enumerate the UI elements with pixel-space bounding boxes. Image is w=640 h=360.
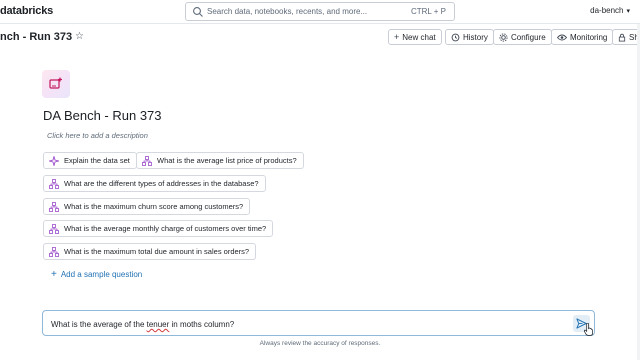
genie-space-icon (42, 70, 70, 98)
suggestion-label: What is the average monthly charge of cu… (64, 224, 267, 233)
add-sample-question-link[interactable]: + Add a sample question (51, 269, 142, 280)
lock-icon (618, 33, 626, 42)
space-header: nch - Run 373 ☆ + New chat History Config… (0, 25, 640, 49)
new-chat-label: New chat (402, 32, 436, 42)
disclaimer-text: Always review the accuracy of responses. (259, 340, 381, 347)
suggestion-label: What is the maximum churn score among cu… (64, 202, 244, 211)
hierarchy-icon (49, 246, 59, 257)
hierarchy-icon (49, 178, 59, 189)
hand-pointer-icon (584, 323, 593, 336)
chat-input[interactable]: What is the average of the tenuer in mot… (42, 310, 595, 336)
suggestion-label: What is the average list price of produc… (157, 156, 297, 165)
suggestion-chip[interactable]: What are the different types of addresse… (43, 175, 266, 192)
search-icon (193, 7, 203, 17)
suggestion-chip[interactable]: What is the maximum churn score among cu… (43, 198, 251, 215)
configure-button[interactable]: Configure (493, 29, 552, 45)
monitoring-button[interactable]: Monitoring (551, 29, 614, 45)
suggestion-label: Explain the data set (64, 156, 130, 165)
share-button[interactable]: Sha (612, 29, 640, 45)
hierarchy-icon (49, 201, 59, 212)
suggestion-chip[interactable]: What is the average list price of produc… (136, 152, 304, 169)
description-placeholder[interactable]: Click here to add a description (47, 131, 148, 140)
chat-input-text: What is the average of the tenuer in mot… (51, 320, 234, 329)
suggestion-chip-explain[interactable]: Explain the data set (43, 152, 137, 169)
suggestion-label: What are the different types of addresse… (64, 179, 259, 188)
suggestion-chip[interactable]: What is the average monthly charge of cu… (43, 220, 274, 237)
history-label: History (463, 32, 488, 42)
workspace-switcher[interactable]: da-bench ▾ (590, 6, 630, 15)
sparkle-icon (49, 155, 59, 166)
monitoring-label: Monitoring (570, 32, 608, 42)
global-search-input[interactable]: Search data, notebooks, recents, and mor… (185, 2, 455, 21)
search-shortcut: CTRL + P (410, 7, 446, 16)
top-bar: databricks Search data, notebooks, recen… (0, 0, 640, 24)
page-title: nch - Run 373 (0, 31, 73, 43)
configure-label: Configure (511, 32, 546, 42)
chat-sparkle-icon (49, 77, 62, 89)
gear-icon (499, 32, 508, 42)
search-placeholder: Search data, notebooks, recents, and mor… (207, 7, 368, 16)
chat-input-text-part: What is the average of the (51, 320, 147, 329)
space-title: DA Bench - Run 373 (43, 108, 162, 123)
suggestion-chip[interactable]: What is the maximum total due amount in … (43, 243, 257, 260)
star-icon[interactable]: ☆ (75, 31, 84, 42)
chevron-down-icon: ▾ (626, 8, 630, 15)
hierarchy-icon (49, 223, 59, 234)
new-chat-button[interactable]: + New chat (388, 29, 442, 45)
eye-icon (557, 34, 567, 40)
history-button[interactable]: History (445, 29, 494, 45)
add-sample-question-label: Add a sample question (60, 270, 143, 279)
chat-input-text-part: in moths column? (169, 320, 235, 329)
suggestion-label: What is the maximum total due amount in … (64, 247, 250, 256)
databricks-logo[interactable]: databricks (0, 5, 53, 17)
hierarchy-icon (142, 155, 152, 166)
plus-icon: + (394, 32, 400, 42)
history-icon (451, 33, 460, 41)
workspace-name: da-bench (590, 6, 624, 15)
plus-icon: + (51, 269, 57, 280)
misspelled-word: tenuer (146, 320, 170, 329)
